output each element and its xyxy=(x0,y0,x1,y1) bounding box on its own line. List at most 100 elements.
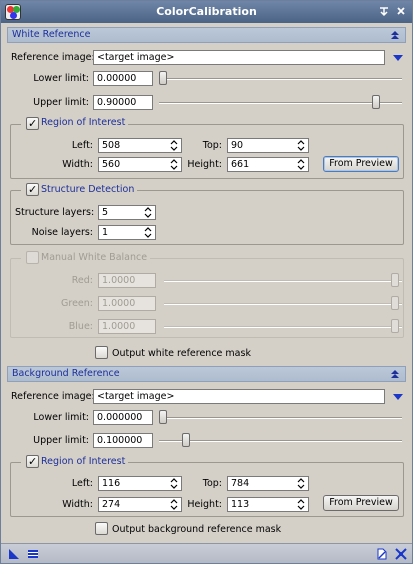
white-roi-checkbox[interactable]: ✓ xyxy=(26,117,39,130)
blue-slider-handle[interactable] xyxy=(391,319,399,333)
spinner-arrows-icon[interactable] xyxy=(297,499,305,510)
white-roi-height-value: 661 xyxy=(231,159,250,170)
white-upper-limit-slider[interactable] xyxy=(159,102,402,104)
white-roi-title: Region of Interest xyxy=(41,117,126,128)
background-reference-title: Background Reference xyxy=(12,368,120,379)
noise-layers-spinner[interactable]: 1 xyxy=(98,225,156,240)
spinner-arrows-icon[interactable] xyxy=(170,159,178,170)
white-reference-title: White Reference xyxy=(12,29,91,40)
structure-layers-value: 5 xyxy=(102,207,109,218)
white-roi-height-label: Height: xyxy=(187,159,222,170)
white-roi-height-spinner[interactable]: 661 xyxy=(227,157,309,172)
spinner-arrows-icon[interactable] xyxy=(170,478,178,489)
green-label: Green: xyxy=(61,298,93,309)
background-upper-limit-label: Upper limit: xyxy=(33,435,89,446)
white-lower-limit-label: Lower limit: xyxy=(33,73,89,84)
spinner-arrows-icon[interactable] xyxy=(144,207,152,218)
global-apply-icon[interactable] xyxy=(27,548,39,560)
spinner-arrows-icon[interactable] xyxy=(170,140,178,151)
white-lower-limit-slider[interactable] xyxy=(159,78,402,80)
spinner-arrows-icon[interactable] xyxy=(144,227,152,238)
white-from-preview-button[interactable]: From Preview xyxy=(323,156,399,172)
white-roi-left-value: 508 xyxy=(102,140,121,151)
white-roi-top-label: Top: xyxy=(202,140,222,151)
output-background-mask-checkbox[interactable] xyxy=(95,522,108,535)
red-label: Red: xyxy=(71,275,93,286)
background-lower-limit-slider-handle[interactable] xyxy=(159,410,167,424)
blue-label: Blue: xyxy=(68,321,93,332)
background-reference-combo-arrow-icon[interactable] xyxy=(392,392,404,402)
structure-layers-spinner[interactable]: 5 xyxy=(98,205,156,220)
background-roi-top-label: Top: xyxy=(202,478,222,489)
white-roi-width-spinner[interactable]: 560 xyxy=(98,157,182,172)
manual-white-balance-title: Manual White Balance xyxy=(41,252,148,263)
background-roi-width-value: 274 xyxy=(102,499,121,510)
background-lower-limit-field[interactable]: 0.000000 xyxy=(93,410,153,425)
spinner-arrows-icon[interactable] xyxy=(297,159,305,170)
white-upper-limit-field[interactable]: 0.90000 xyxy=(93,95,153,110)
background-upper-limit-slider[interactable] xyxy=(159,440,402,442)
white-lower-limit-slider-handle[interactable] xyxy=(159,71,167,85)
background-reference-image-field[interactable]: <target image> xyxy=(93,389,385,404)
new-instance-icon[interactable] xyxy=(8,548,20,560)
background-roi-height-value: 113 xyxy=(231,499,250,510)
background-upper-limit-field[interactable]: 0.100000 xyxy=(93,433,153,448)
white-lower-limit-field[interactable]: 0.00000 xyxy=(93,71,153,86)
background-roi-height-label: Height: xyxy=(187,499,222,510)
white-roi-width-value: 560 xyxy=(102,159,121,170)
white-roi-left-label: Left: xyxy=(71,140,93,151)
white-upper-limit-slider-handle[interactable] xyxy=(372,95,380,109)
red-slider[interactable] xyxy=(164,280,402,282)
background-roi-height-spinner[interactable]: 113 xyxy=(227,497,309,512)
background-roi-width-label: Width: xyxy=(62,499,93,510)
green-field[interactable]: 1.0000 xyxy=(98,296,156,311)
white-upper-limit-label: Upper limit: xyxy=(33,97,89,108)
background-lower-limit-slider[interactable] xyxy=(159,417,402,419)
background-roi-top-spinner[interactable]: 784 xyxy=(227,476,309,491)
white-reference-combo-arrow-icon[interactable] xyxy=(392,53,404,63)
white-reference-image-field[interactable]: <target image> xyxy=(93,50,385,65)
reset-icon[interactable] xyxy=(395,548,407,560)
title-bar: ColorCalibration xyxy=(1,1,412,23)
spinner-arrows-icon[interactable] xyxy=(170,499,178,510)
output-white-mask-label: Output white reference mask xyxy=(112,348,251,359)
bottom-toolbar xyxy=(1,543,412,563)
red-slider-handle[interactable] xyxy=(391,273,399,287)
blue-field[interactable]: 1.0000 xyxy=(98,319,156,334)
white-reference-image-label: Reference image: xyxy=(11,52,95,63)
red-field[interactable]: 1.0000 xyxy=(98,273,156,288)
noise-layers-label: Noise layers: xyxy=(31,227,93,238)
background-roi-title: Region of Interest xyxy=(41,456,126,467)
output-background-mask-label: Output background reference mask xyxy=(112,524,282,535)
collapse-up-icon[interactable] xyxy=(389,368,401,380)
output-white-mask-checkbox[interactable] xyxy=(95,346,108,359)
white-roi-top-value: 90 xyxy=(231,140,244,151)
manual-wb-title-wrap: Manual White Balance xyxy=(21,252,151,263)
green-slider-handle[interactable] xyxy=(391,296,399,310)
spinner-arrows-icon[interactable] xyxy=(297,478,305,489)
documentation-icon[interactable] xyxy=(376,548,388,560)
white-roi-top-spinner[interactable]: 90 xyxy=(227,138,309,153)
white-reference-header[interactable]: White Reference xyxy=(7,27,406,43)
structure-detection-checkbox[interactable]: ✓ xyxy=(26,183,39,196)
white-roi-left-spinner[interactable]: 508 xyxy=(98,138,182,153)
noise-layers-value: 1 xyxy=(102,227,109,238)
background-roi-checkbox[interactable]: ✓ xyxy=(26,455,39,468)
background-roi-left-spinner[interactable]: 116 xyxy=(98,476,182,491)
white-roi-width-label: Width: xyxy=(62,159,93,170)
background-roi-left-label: Left: xyxy=(71,478,93,489)
spinner-arrows-icon[interactable] xyxy=(297,140,305,151)
background-roi-left-value: 116 xyxy=(102,478,121,489)
background-from-preview-button[interactable]: From Preview xyxy=(323,495,399,511)
pin-icon[interactable] xyxy=(377,5,391,19)
manual-white-balance-checkbox[interactable] xyxy=(26,251,39,264)
collapse-up-icon[interactable] xyxy=(389,29,401,41)
color-calibration-window: ColorCalibration White Reference Referen… xyxy=(0,0,413,564)
close-icon[interactable] xyxy=(394,5,408,19)
background-roi-width-spinner[interactable]: 274 xyxy=(98,497,182,512)
background-reference-image-label: Reference image: xyxy=(11,391,95,402)
background-upper-limit-slider-handle[interactable] xyxy=(182,433,190,447)
blue-slider[interactable] xyxy=(164,326,402,328)
green-slider[interactable] xyxy=(164,303,402,305)
background-reference-header[interactable]: Background Reference xyxy=(7,366,406,382)
